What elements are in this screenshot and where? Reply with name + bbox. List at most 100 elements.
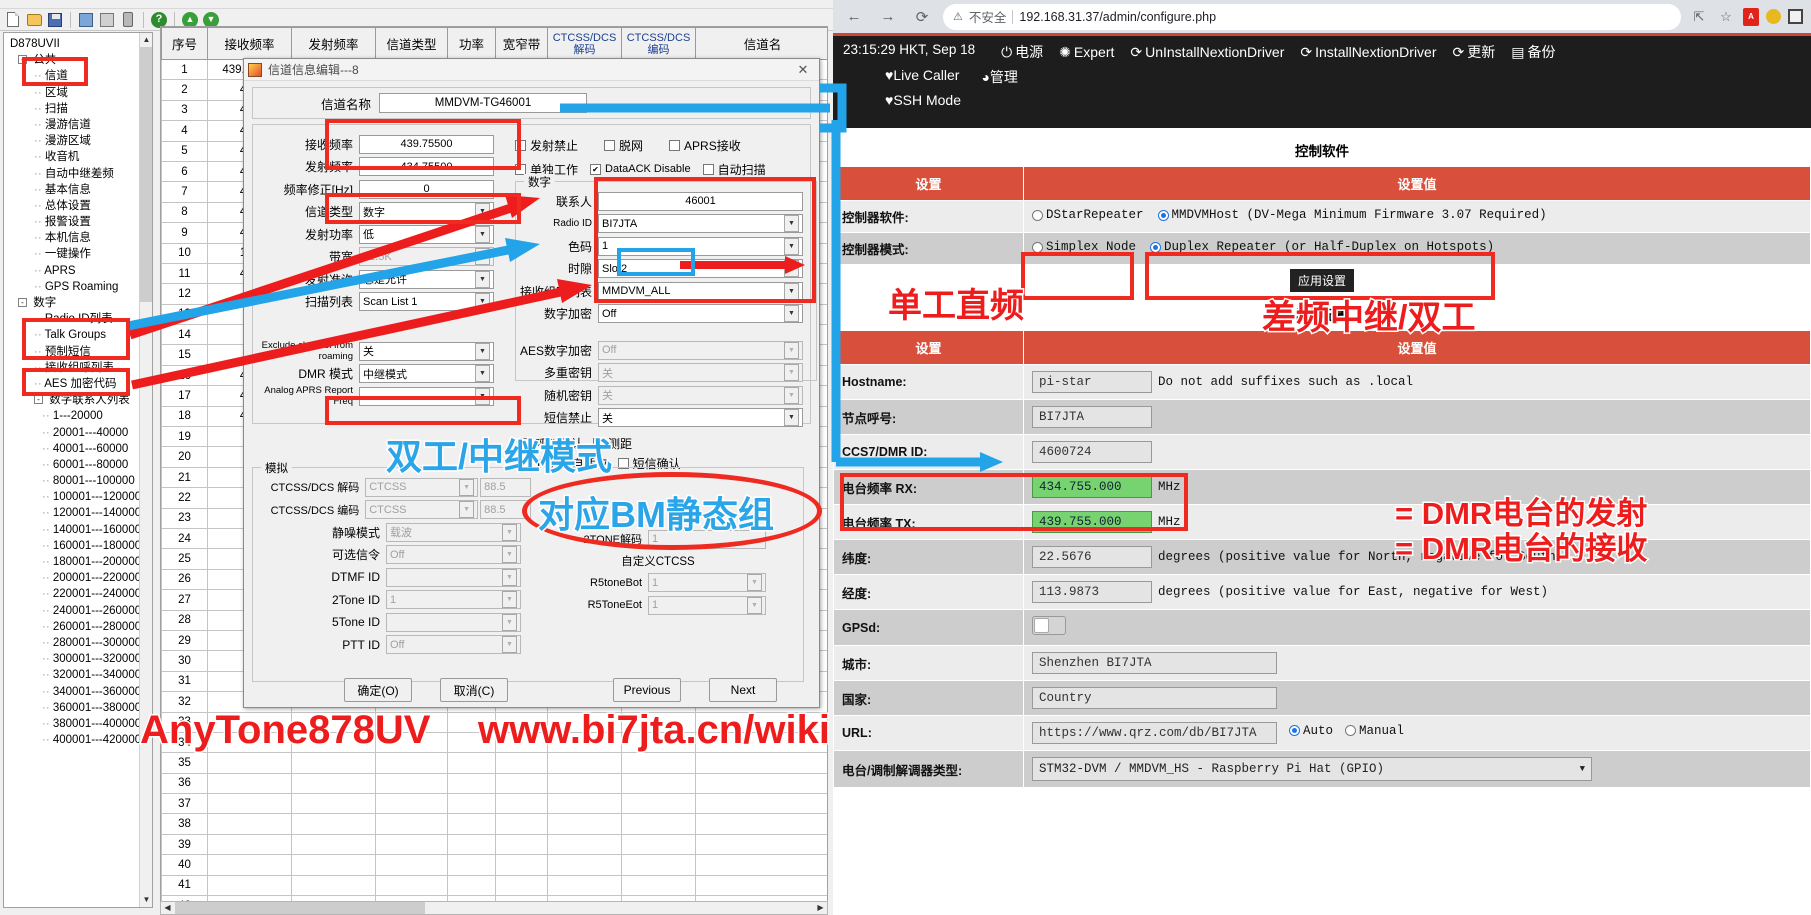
radio-unselected-icon[interactable]	[1032, 242, 1043, 253]
table-cell-no[interactable]: 1	[162, 60, 208, 80]
table-cell-pwr[interactable]	[448, 875, 496, 895]
table-cell-dec[interactable]	[548, 753, 622, 773]
tree-item-40[interactable]: ·· 360001---380000	[8, 700, 141, 716]
tree-item-37[interactable]: ·· 300001---320000	[8, 651, 141, 667]
dmr-mode-select[interactable]: 中继模式 ▼	[359, 364, 494, 383]
table-cell-no[interactable]: 25	[162, 549, 208, 569]
table-cell-bw[interactable]	[496, 875, 548, 895]
auto-scan-checkbox[interactable]: 自动扫描	[703, 161, 766, 178]
pistar-nav-link-管理[interactable]: ◕管理	[981, 67, 1017, 87]
pistar-nav-link-SSH Mode[interactable]: ♥SSH Mode	[885, 92, 961, 108]
table-cell-name[interactable]	[696, 834, 829, 854]
square-extension-icon[interactable]	[1788, 9, 1803, 24]
table-cell-no[interactable]: 31	[162, 671, 208, 691]
pdf-extension-icon[interactable]: A	[1743, 8, 1759, 26]
tree-item-42[interactable]: ·· 400001---420000	[8, 732, 141, 748]
tree-item-17[interactable]: ·· Talk Groups	[8, 327, 141, 343]
radio-id-select[interactable]: BI7JTA ▼	[598, 214, 803, 233]
tree-item-11[interactable]: ·· 本机信息	[8, 230, 141, 246]
tree-item-20[interactable]: ·· AES 加密代码	[8, 376, 141, 392]
column-header-4[interactable]: 功率	[448, 28, 496, 60]
analog-aprs-freq-select[interactable]: ▼	[359, 387, 494, 406]
tree-item-15[interactable]: - 数字	[8, 295, 141, 311]
tree-item-12[interactable]: ·· 一键操作	[8, 246, 141, 262]
table-cell-no[interactable]: 6	[162, 161, 208, 181]
radio-option-Manual[interactable]: Manual	[1345, 724, 1404, 738]
pistar-nav-link-InstallNextionDriver[interactable]: ⟳InstallNextionDriver	[1300, 44, 1436, 61]
chevron-down-icon[interactable]: ▼	[784, 283, 799, 300]
column-header-0[interactable]: 序号	[162, 28, 208, 60]
tree-item-25[interactable]: ·· 60001---80000	[8, 457, 141, 473]
column-header-3[interactable]: 信道类型	[376, 28, 448, 60]
table-cell-bw[interactable]	[496, 753, 548, 773]
table-cell-no[interactable]: 11	[162, 263, 208, 283]
cps-menubar[interactable]	[0, 0, 833, 9]
rx-group-list-select[interactable]: MMDVM_ALL ▼	[598, 282, 803, 301]
table-cell-no[interactable]: 36	[162, 773, 208, 793]
input-[interactable]: Shenzhen BI7JTA	[1032, 652, 1277, 674]
data-ack-disable-checkbox[interactable]: DataACK Disable	[590, 163, 691, 175]
table-cell-rx[interactable]	[208, 855, 292, 875]
column-header-5[interactable]: 宽窄带	[496, 28, 548, 60]
color-code-select[interactable]: 1 ▼	[598, 237, 803, 256]
table-cell-rx[interactable]	[208, 834, 292, 854]
table-cell-no[interactable]: 9	[162, 223, 208, 243]
tree-item-33[interactable]: ·· 220001---240000	[8, 586, 141, 602]
column-header-7[interactable]: CTCSS/DCS编码	[622, 28, 696, 60]
read-from-radio-icon[interactable]	[77, 11, 95, 29]
tree-item-16[interactable]: ·· Radio ID列表	[8, 311, 141, 327]
table-cell-no[interactable]: 16	[162, 365, 208, 385]
tree-item-2[interactable]: ·· 区域	[8, 85, 141, 101]
table-cell-tx[interactable]	[292, 773, 376, 793]
table-cell-bw[interactable]	[496, 773, 548, 793]
table-row[interactable]: 39	[162, 834, 829, 854]
address-bar[interactable]: ⚠ 不安全 192.168.31.37/admin/configure.php	[943, 4, 1681, 30]
input-[interactable]: 22.5676	[1032, 546, 1152, 568]
tree-item-32[interactable]: ·· 200001---220000	[8, 570, 141, 586]
tree-item-26[interactable]: ·· 80001---100000	[8, 473, 141, 489]
table-cell-bw[interactable]	[496, 855, 548, 875]
table-cell-rx[interactable]	[208, 773, 292, 793]
chevron-down-icon[interactable]: ▼	[475, 271, 490, 288]
table-cell-no[interactable]: 27	[162, 590, 208, 610]
table-cell-enc[interactable]	[622, 855, 696, 875]
table-row[interactable]: 38	[162, 814, 829, 834]
radio-option-MMDVMHost (DV-Mega Minimum Firmware 3.07 Required)[interactable]: MMDVMHost (DV-Mega Minimum Firmware 3.07…	[1158, 208, 1547, 222]
tree-item-22[interactable]: ·· 1---20000	[8, 408, 141, 424]
pistar-nav-link-Expert[interactable]: ✺Expert	[1059, 44, 1114, 61]
table-cell-rx[interactable]	[208, 814, 292, 834]
input-CCS7DMRID[interactable]: 4600724	[1032, 441, 1152, 463]
table-cell-no[interactable]: 15	[162, 345, 208, 365]
aprs-rx-checkbox[interactable]: APRS接收	[669, 137, 741, 154]
table-cell-bw[interactable]	[496, 834, 548, 854]
pistar-nav-primary[interactable]: ⏻电源✺Expert⟳UnInstallNextionDriver⟳Instal…	[1001, 42, 1555, 62]
table-cell-enc[interactable]	[622, 753, 696, 773]
modem-type-select[interactable]: STM32-DVM / MMDVM_HS - Raspberry Pi Hat …	[1032, 757, 1592, 781]
scan-list-select[interactable]: Scan List 1 ▼	[359, 292, 494, 311]
tx-permit-select[interactable]: 总是允许 ▼	[359, 270, 494, 289]
share-icon[interactable]: ⇱	[1689, 7, 1709, 27]
table-cell-no[interactable]: 41	[162, 875, 208, 895]
chevron-down-icon[interactable]: ▼	[475, 388, 490, 405]
dialog-title-bar[interactable]: 信道信息编辑---8 ✕	[244, 59, 819, 81]
table-cell-type[interactable]	[376, 753, 448, 773]
previous-button[interactable]: Previous	[613, 678, 681, 702]
tree-root-label[interactable]: D878UVII	[8, 36, 141, 52]
table-cell-no[interactable]: 7	[162, 182, 208, 202]
table-cell-tx[interactable]	[292, 875, 376, 895]
table-cell-type[interactable]	[376, 814, 448, 834]
table-cell-type[interactable]	[376, 794, 448, 814]
tree-item-35[interactable]: ·· 260001---280000	[8, 619, 141, 635]
chevron-down-icon[interactable]: ▼	[784, 305, 799, 322]
radio-option-Auto[interactable]: Auto	[1289, 724, 1333, 738]
tree-item-28[interactable]: ·· 120001---140000	[8, 505, 141, 521]
tree-item-0[interactable]: - 公共	[8, 52, 141, 68]
navigation-tree[interactable]: D878UVII- 公共·· 信道·· 区域·· 扫描·· 漫游信道·· 漫游区…	[4, 33, 141, 907]
table-cell-dec[interactable]	[548, 855, 622, 875]
radio-selected-icon[interactable]	[1158, 210, 1169, 221]
tx-power-select[interactable]: 低 ▼	[359, 225, 494, 244]
tree-scroll-thumb[interactable]	[140, 47, 153, 302]
new-doc-icon[interactable]	[4, 11, 22, 29]
pistar-nav-tertiary[interactable]: ♥SSH Mode	[843, 92, 1801, 108]
tx-prohibit-checkbox[interactable]: 发射禁止	[515, 137, 578, 154]
